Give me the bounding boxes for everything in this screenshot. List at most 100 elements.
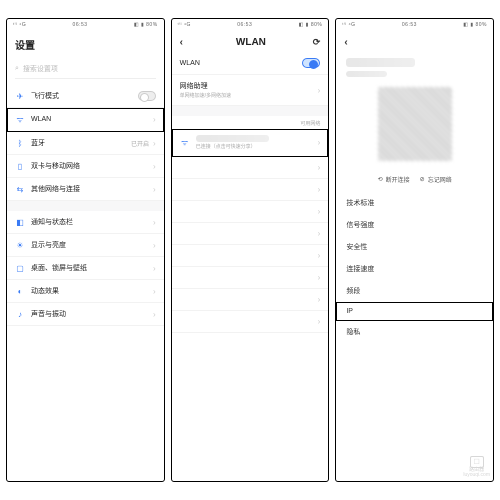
row-connected-network[interactable]: ᯤ 已连接（点击可快速分享） › xyxy=(172,129,329,157)
motion-icon: ◐ xyxy=(15,287,25,296)
search-input[interactable]: ⌕ 搜索设置项 xyxy=(15,60,156,79)
row-airplane[interactable]: ✈ 飞行模式 xyxy=(7,85,164,108)
sound-label: 声音与振动 xyxy=(31,309,153,319)
bluetooth-icon: ᛒ xyxy=(15,139,25,148)
row-network[interactable]: › xyxy=(172,311,329,333)
assist-title: 网络助理 xyxy=(180,81,318,91)
brightness-icon: ☀ xyxy=(15,241,25,250)
page-title: 设置 xyxy=(7,31,164,56)
section-gap xyxy=(172,106,329,116)
chevron-right-icon: › xyxy=(318,86,321,95)
row-other-net[interactable]: ⇆ 其他网络与连接 › xyxy=(7,178,164,201)
status-bar: ᵗⁱˡ ⁴G 06:53 ◧ ▮ 80% xyxy=(336,19,493,31)
status-time: 06:53 xyxy=(402,22,417,28)
wifi-icon: ᯤ xyxy=(180,137,190,148)
connected-sub: 已连接（点击可快速分享） xyxy=(196,144,318,150)
chevron-right-icon: › xyxy=(153,287,156,296)
refresh-icon: ⟲ xyxy=(378,176,383,183)
detail-titlebar: ‹ xyxy=(336,31,493,52)
wlan-toggle[interactable] xyxy=(302,58,320,68)
search-icon: ⌕ xyxy=(15,65,19,73)
qr-code xyxy=(378,87,452,161)
wlan-title: WLAN xyxy=(236,37,266,48)
security-label: 安全性 xyxy=(346,242,367,252)
ssid-header xyxy=(336,52,493,79)
row-network[interactable]: › xyxy=(172,179,329,201)
chevron-right-icon: › xyxy=(153,310,156,319)
ip-label: IP xyxy=(346,308,353,315)
row-net-assist[interactable]: 网络助理 单网络加速/多网络加速 › xyxy=(172,75,329,106)
link-icon: ⇆ xyxy=(15,185,25,194)
phone-settings: ᵗⁱˡ ⁴G 06:53 ◧ ▮ 80% 设置 ⌕ 搜索设置项 ✈ 飞行模式 ᯤ… xyxy=(6,18,165,482)
search-placeholder: 搜索设置项 xyxy=(23,64,58,74)
row-security: 安全性 xyxy=(336,236,493,258)
back-icon[interactable]: ‹ xyxy=(344,37,347,48)
row-sound[interactable]: ♪ 声音与振动 › xyxy=(7,303,164,326)
watermark: ☐ 路由器 luyouqi.com xyxy=(463,456,490,478)
airplane-label: 飞行模式 xyxy=(31,91,138,101)
assist-sub: 单网络加速/多网络加速 xyxy=(180,93,318,99)
sound-icon: ♪ xyxy=(15,310,25,319)
chevron-right-icon: › xyxy=(153,264,156,273)
chevron-right-icon: › xyxy=(153,115,156,124)
action-row: ⟲ 断开连接 ⊘ 忘记网络 xyxy=(336,171,493,192)
row-network[interactable]: › xyxy=(172,245,329,267)
dynamic-label: 动态效果 xyxy=(31,286,153,296)
ssid-blur xyxy=(196,135,269,142)
status-right: ◧ ▮ 80% xyxy=(463,22,487,28)
airplane-icon: ✈ xyxy=(15,92,25,101)
row-wlan[interactable]: ᯤ WLAN › xyxy=(7,108,164,132)
sim-label: 双卡与移动网络 xyxy=(31,161,153,171)
status-bar: ᵗⁱˡ ⁴G 06:53 ◧ ▮ 80% xyxy=(7,19,164,31)
row-notifications[interactable]: ◧ 通知与状态栏 › xyxy=(7,211,164,234)
scan-icon[interactable]: ⟳ xyxy=(313,37,321,48)
display-label: 显示与亮度 xyxy=(31,240,153,250)
wallpaper-label: 桌面、锁屏与壁纸 xyxy=(31,263,153,273)
reconnect-label: 断开连接 xyxy=(386,175,410,184)
forget-button[interactable]: ⊘ 忘记网络 xyxy=(420,175,452,184)
section-gap xyxy=(7,201,164,211)
wallpaper-icon: ▢ xyxy=(15,264,25,273)
status-right: ◧ ▮ 80% xyxy=(299,22,323,28)
row-bluetooth[interactable]: ᛒ 蓝牙 已开启 › xyxy=(7,132,164,155)
chevron-right-icon: › xyxy=(153,162,156,171)
tech-label: 技术标准 xyxy=(346,198,374,208)
wlan-switch-label: WLAN xyxy=(180,60,303,67)
status-left: ᵗⁱˡ ⁴G xyxy=(178,22,191,28)
row-freq: 频段 xyxy=(336,280,493,302)
row-display[interactable]: ☀ 显示与亮度 › xyxy=(7,234,164,257)
other-net-label: 其他网络与连接 xyxy=(31,184,153,194)
speed-label: 连接速度 xyxy=(346,264,374,274)
wlan-titlebar: ‹ WLAN ⟳ xyxy=(172,31,329,52)
reconnect-button[interactable]: ⟲ 断开连接 xyxy=(378,175,410,184)
status-left: ᵗⁱˡ ⁴G xyxy=(342,22,355,28)
watermark-domain: luyouqi.com xyxy=(463,473,490,478)
row-wallpaper[interactable]: ▢ 桌面、锁屏与壁纸 › xyxy=(7,257,164,280)
row-network[interactable]: › xyxy=(172,201,329,223)
row-tech: 技术标准 xyxy=(336,192,493,214)
row-ip[interactable]: IP xyxy=(336,302,493,321)
row-privacy[interactable]: 隐私 xyxy=(336,321,493,343)
ssid-sub-blur xyxy=(346,71,387,77)
row-wlan-switch[interactable]: WLAN xyxy=(172,52,329,75)
row-network[interactable]: › xyxy=(172,157,329,179)
row-sim[interactable]: ▯ 双卡与移动网络 › xyxy=(7,155,164,178)
row-network[interactable]: › xyxy=(172,289,329,311)
signal-label: 信号强度 xyxy=(346,220,374,230)
privacy-label: 隐私 xyxy=(346,327,360,337)
row-signal: 信号强度 xyxy=(336,214,493,236)
row-network[interactable]: › xyxy=(172,267,329,289)
row-network[interactable]: › xyxy=(172,223,329,245)
forget-label: 忘记网络 xyxy=(428,175,452,184)
row-speed: 连接速度 xyxy=(336,258,493,280)
row-dynamic[interactable]: ◐ 动态效果 › xyxy=(7,280,164,303)
chevron-right-icon: › xyxy=(153,139,156,148)
wlan-label: WLAN xyxy=(31,116,149,123)
bluetooth-state: 已开启 xyxy=(131,139,149,148)
phone-detail: ᵗⁱˡ ⁴G 06:53 ◧ ▮ 80% ‹ ⟲ 断开连接 ⊘ 忘记网络 技术标… xyxy=(335,18,494,482)
back-icon[interactable]: ‹ xyxy=(180,37,183,48)
chevron-right-icon: › xyxy=(318,138,321,147)
airplane-toggle[interactable] xyxy=(138,91,156,101)
sim-icon: ▯ xyxy=(15,162,25,171)
chevron-right-icon: › xyxy=(153,218,156,227)
